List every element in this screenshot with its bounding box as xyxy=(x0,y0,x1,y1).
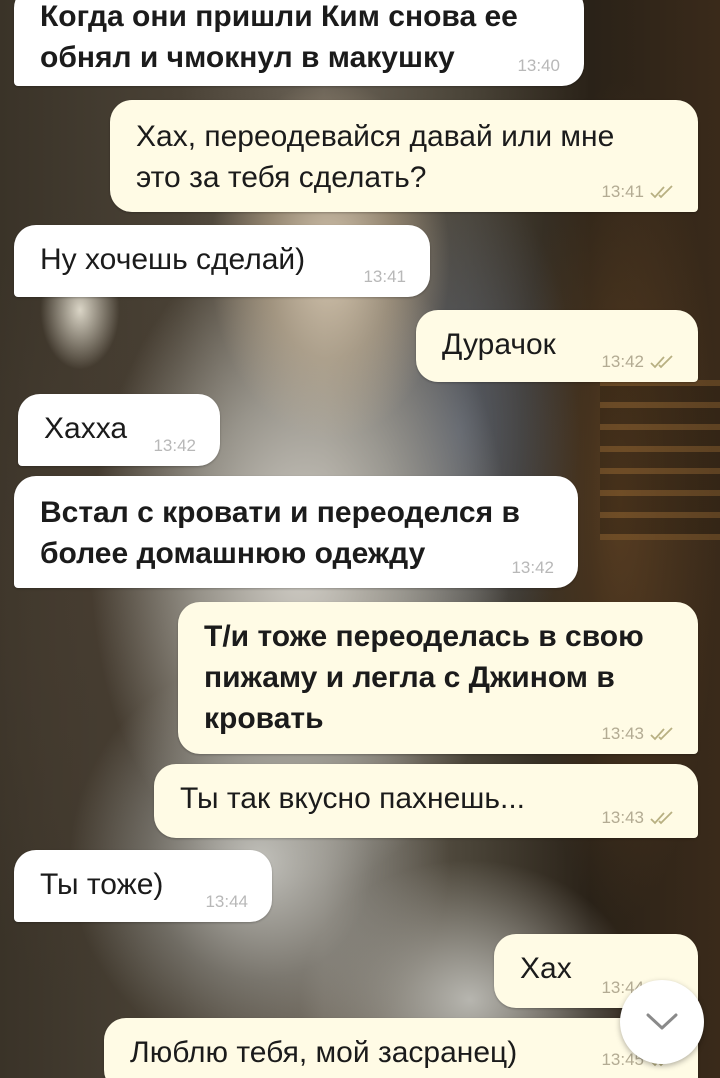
message-meta: 13:44 xyxy=(205,892,248,912)
message-text: Люблю тебя, мой засранец) xyxy=(130,1036,518,1069)
scroll-to-bottom-button[interactable] xyxy=(620,980,704,1064)
message-time: 13:41 xyxy=(363,267,406,286)
message-meta: 13:42 xyxy=(153,436,196,456)
message-time: 13:40 xyxy=(517,56,560,75)
message-bubble-outgoing[interactable]: Люблю тебя, мой засранец) 13:45 xyxy=(104,1018,698,1078)
message-bubble-incoming[interactable]: Когда они пришли Ким снова ее обнял и чм… xyxy=(14,0,584,86)
message-text: Когда они пришли Ким снова ее обнял и чм… xyxy=(40,0,518,74)
message-text: Т/и тоже переоделась в свою пижаму и лег… xyxy=(204,620,644,735)
message-meta: 13:43 xyxy=(601,724,674,744)
message-text: Хах, переодевайся давай или мне это за т… xyxy=(136,120,615,194)
message-list[interactable]: Когда они пришли Ким снова ее обнял и чм… xyxy=(0,0,720,1078)
message-time: 13:42 xyxy=(153,436,196,455)
message-bubble-outgoing[interactable]: Т/и тоже переоделась в свою пижаму и лег… xyxy=(178,602,698,754)
message-meta: 13:41 xyxy=(363,267,406,287)
message-time: 13:42 xyxy=(601,352,644,371)
message-time: 13:43 xyxy=(601,808,644,827)
message-time: 13:44 xyxy=(205,892,248,911)
message-bubble-incoming[interactable]: Хахха 13:42 xyxy=(18,394,220,466)
message-time: 13:41 xyxy=(601,182,644,201)
message-meta: 13:43 xyxy=(601,808,674,828)
read-ticks-icon xyxy=(650,811,673,825)
read-ticks-icon xyxy=(650,185,673,199)
message-bubble-incoming[interactable]: Ну хочешь сделай) 13:41 xyxy=(14,225,430,297)
message-text: Встал с кровати и переоделся в более дом… xyxy=(40,496,520,570)
read-ticks-icon xyxy=(650,355,673,369)
message-bubble-outgoing[interactable]: Дурачок 13:42 xyxy=(416,310,698,382)
message-meta: 13:42 xyxy=(601,352,674,372)
message-bubble-outgoing[interactable]: Ты так вкусно пахнешь... 13:43 xyxy=(154,764,698,838)
message-time: 13:42 xyxy=(511,558,554,577)
chevron-down-icon xyxy=(646,1013,678,1030)
message-bubble-incoming[interactable]: Ты тоже) 13:44 xyxy=(14,850,272,922)
message-meta: 13:42 xyxy=(511,558,554,578)
message-text: Ну хочешь сделай) xyxy=(40,243,306,276)
read-ticks-icon xyxy=(650,727,673,741)
message-bubble-incoming[interactable]: Встал с кровати и переоделся в более дом… xyxy=(14,476,578,588)
message-meta: 13:40 xyxy=(517,56,560,76)
message-meta: 13:41 xyxy=(601,182,674,202)
message-time: 13:43 xyxy=(601,724,644,743)
message-bubble-outgoing[interactable]: Хах, переодевайся давай или мне это за т… xyxy=(110,100,698,212)
message-text: Ты так вкусно пахнешь... xyxy=(180,782,525,815)
